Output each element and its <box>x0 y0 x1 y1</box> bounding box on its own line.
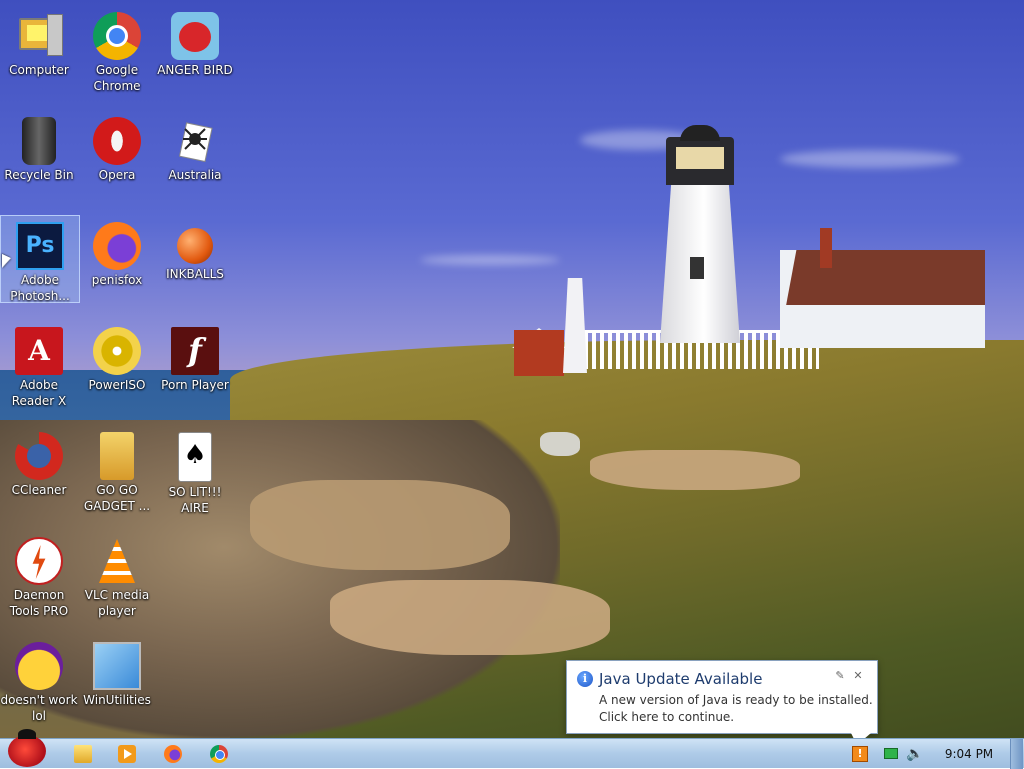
java-update-notification[interactable]: i Java Update Available A new version of… <box>566 660 878 738</box>
java-update-title: Java Update Available <box>599 670 763 688</box>
wallpaper-house-roof <box>786 250 985 305</box>
show-desktop-button[interactable] <box>1010 739 1023 769</box>
wallpaper-shed <box>514 330 564 376</box>
notification-close-button[interactable]: ✕ <box>851 669 865 683</box>
desktop-icon-label: SO LIT!!! AIRE <box>168 485 222 515</box>
wallpaper-rock <box>250 480 510 570</box>
desktop-icon-label: INKBALLS <box>166 267 224 281</box>
desktop-icon-opera[interactable]: Opera <box>78 111 156 183</box>
desktop-icon-vlc-media-player[interactable]: VLC media player <box>78 531 156 619</box>
firefox-icon <box>93 222 141 270</box>
desktop-icon-doesnt-work-lol[interactable]: doesn't work lol <box>0 636 78 724</box>
winutilities-icon <box>93 642 141 690</box>
desktop-icon-label: penisfox <box>91 273 143 287</box>
desktop-icon-adobe-photoshop[interactable]: Ps Adobe Photosh... <box>0 215 80 303</box>
desktop-icon-label: CCleaner <box>11 483 67 497</box>
tray-network-icon[interactable] <box>884 748 898 759</box>
desktop-icon-label: PowerISO <box>88 378 146 392</box>
wallpaper-rock <box>590 450 800 490</box>
recycle-bin-icon <box>22 117 56 165</box>
desktop-icon-winutilities[interactable]: WinUtilities <box>78 636 156 708</box>
desktop-icon-poweriso[interactable]: PowerISO <box>78 321 156 393</box>
desktop-icon-label: WinUtilities <box>83 693 151 707</box>
desktop-icon-label: ANGER BIRD <box>157 63 233 77</box>
taskbar-clock[interactable]: 9:04 PM <box>934 747 1004 761</box>
desktop-icon-go-go-gadget[interactable]: GO GO GADGET ... <box>78 426 156 514</box>
desktop-icon-ccleaner[interactable]: CCleaner <box>0 426 78 498</box>
desktop-icon-penisfox[interactable]: penisfox <box>78 216 156 288</box>
wallpaper-rock <box>540 432 580 456</box>
vlc-icon <box>93 537 141 585</box>
java-update-message-line: A new version of Java is ready to be ins… <box>599 693 873 707</box>
spider-solitaire-icon <box>171 117 219 165</box>
flash-player-icon <box>171 327 219 375</box>
wallpaper-cloud <box>420 255 560 265</box>
wallpaper-rock <box>330 580 610 655</box>
desktop-icon-computer[interactable]: Computer <box>0 6 78 78</box>
desktop-icon-so-lit-aire[interactable]: ♠ SO LIT!!! AIRE <box>156 426 234 516</box>
angry-bird-icon <box>171 12 219 60</box>
desktop-icon-label: GO GO GADGET ... <box>83 483 151 513</box>
notification-options-button[interactable]: ✎ <box>833 669 847 683</box>
angry-bird-start-icon <box>8 729 46 767</box>
tray-java-update-icon[interactable] <box>852 746 868 762</box>
desktop-icon-label: Porn Player <box>161 378 229 392</box>
folder-icon <box>100 432 134 480</box>
desktop-wallpaper: Computer Google Chrome ANGER BIRD Recycl… <box>0 0 1024 738</box>
taskbar-chrome-icon[interactable] <box>210 745 228 763</box>
wallpaper-cloud <box>780 150 960 168</box>
taskbar-firefox-icon[interactable] <box>164 745 182 763</box>
java-update-continue-link[interactable]: Click here to continue. <box>599 709 873 726</box>
desktop-icon-label: Recycle Bin <box>4 168 74 182</box>
desktop-icon-label: Computer <box>9 63 69 77</box>
wallpaper-chimney <box>820 228 832 268</box>
daemon-tools-icon <box>15 537 63 585</box>
wallpaper-lighthouse <box>652 125 748 343</box>
adobe-reader-icon <box>15 327 63 375</box>
desktop-icon-inkballs[interactable]: INKBALLS <box>156 216 234 282</box>
inkball-icon <box>177 228 213 264</box>
chrome-icon <box>93 12 141 60</box>
tray-volume-icon[interactable]: 🔈 <box>906 746 923 762</box>
computer-icon <box>15 12 63 60</box>
ccleaner-icon <box>15 432 63 480</box>
taskbar: 🔈 9:04 PM <box>0 729 1024 769</box>
solitaire-icon: ♠ <box>178 432 212 482</box>
desktop-icon-label: doesn't work lol <box>0 693 78 723</box>
desktop-icon-label: Adobe Reader X <box>11 378 67 408</box>
desktop-icon-recycle-bin[interactable]: Recycle Bin <box>0 111 78 183</box>
desktop-icon-label: Daemon Tools PRO <box>9 588 69 618</box>
desktop-icon-google-chrome[interactable]: Google Chrome <box>78 6 156 94</box>
desktop-icon-porn-player[interactable]: Porn Player <box>156 321 234 393</box>
poweriso-icon <box>93 327 141 375</box>
desktop-icon-daemon-tools-pro[interactable]: Daemon Tools PRO <box>0 531 78 619</box>
taskbar-folder-icon[interactable] <box>74 745 92 763</box>
desktop-icon-adobe-reader-x[interactable]: Adobe Reader X <box>0 321 78 409</box>
java-update-message: A new version of Java is ready to be ins… <box>599 692 873 726</box>
start-button[interactable] <box>2 729 48 769</box>
info-icon: i <box>577 671 593 687</box>
desktop-icon-anger-bird[interactable]: ANGER BIRD <box>156 6 234 78</box>
desktop-icon-label: Australia <box>168 168 222 182</box>
desktop-icon-label: Opera <box>98 168 136 182</box>
taskbar-media-player-icon[interactable] <box>118 745 136 763</box>
opera-icon <box>93 117 141 165</box>
desktop-icon-australia[interactable]: Australia <box>156 111 234 183</box>
wallpaper-small-tower <box>563 278 587 373</box>
yahoo-messenger-icon <box>15 642 63 690</box>
desktop-icon-label: Google Chrome <box>93 63 141 93</box>
photoshop-icon: Ps <box>16 222 64 270</box>
desktop-icon-label: VLC media player <box>84 588 150 618</box>
desktop-icon-label: Adobe Photosh... <box>10 273 70 303</box>
